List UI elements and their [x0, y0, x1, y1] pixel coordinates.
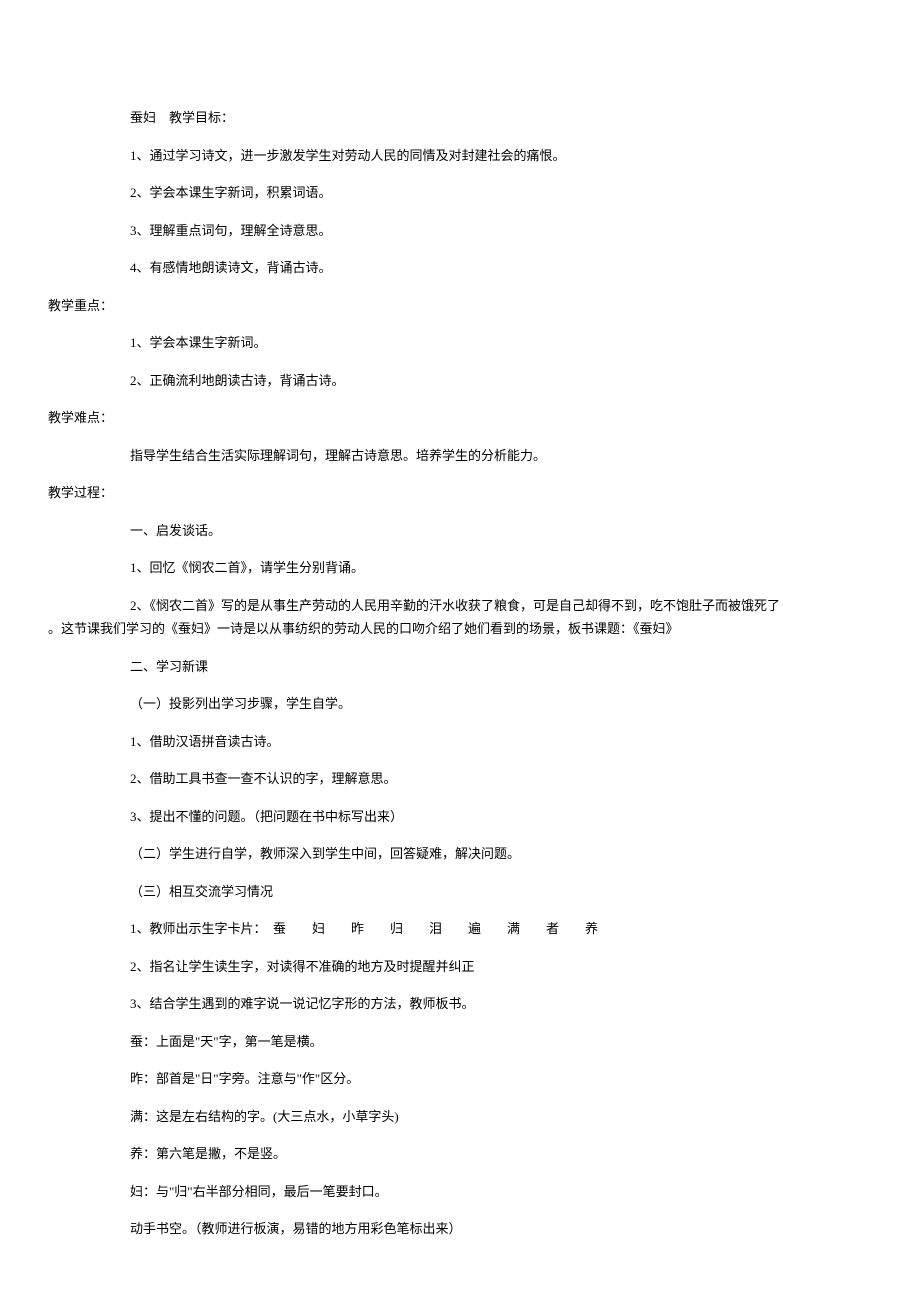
title-line: 蚕妇 教学目标： — [48, 108, 872, 128]
process-item: 1、借助汉语拼音读古诗。 — [48, 732, 872, 752]
key-point-item: 2、正确流利地朗读古诗，背诵古诗。 — [48, 371, 872, 391]
process-item: 3、结合学生遇到的难字说一说记忆字形的方法，教师板书。 — [48, 994, 872, 1014]
process-item: 2、借助工具书查一查不认识的字，理解意思。 — [48, 769, 872, 789]
process-item: 1、回忆《悯农二首》，请学生分别背诵。 — [48, 558, 872, 578]
objective-item: 1、通过学习诗文，进一步激发学生对劳动人民的同情及对封建社会的痛恨。 — [48, 146, 872, 166]
objective-item: 3、理解重点词句，理解全诗意思。 — [48, 221, 872, 241]
document-page: 蚕妇 教学目标： 1、通过学习诗文，进一步激发学生对劳动人民的同情及对封建社会的… — [0, 0, 920, 1305]
process-item: 3、提出不懂的问题。（把问题在书中标写出来） — [48, 807, 872, 827]
process-item: （一）投影列出学习步骤，学生自学。 — [48, 694, 872, 714]
process-item: （二）学生进行自学，教师深入到学生中间，回答疑难，解决问题。 — [48, 844, 872, 864]
character-note: 养：第六笔是撇，不是竖。 — [48, 1144, 872, 1164]
character-note: 昨：部首是"日"字旁。注意与"作"区分。 — [48, 1069, 872, 1089]
process-item: 一、启发谈话。 — [48, 521, 872, 541]
process-item: 二、学习新课 — [48, 657, 872, 677]
process-item: （三）相互交流学习情况 — [48, 882, 872, 902]
section-heading: 教学过程： — [48, 483, 872, 503]
character-note: 妇：与"归"右半部分相同，最后一笔要封口。 — [48, 1182, 872, 1202]
process-item: 2、指名让学生读生字，对读得不准确的地方及时提醒并纠正 — [48, 957, 872, 977]
key-point-item: 1、学会本课生字新词。 — [48, 333, 872, 353]
character-note: 满：这是左右结构的字。(大三点水，小草字头) — [48, 1107, 872, 1127]
process-item: 1、教师出示生字卡片： 蚕 妇 昨 归 泪 遍 满 者 养 — [48, 919, 872, 939]
objective-item: 4、有感情地朗读诗文，背诵古诗。 — [48, 258, 872, 278]
difficulty-item: 指导学生结合生活实际理解词句，理解古诗意思。培养学生的分析能力。 — [48, 446, 872, 466]
process-item-continuation: 。这节课我们学习的《蚕妇》一诗是以从事纺织的劳动人民的口吻介绍了她们看到的场景，… — [48, 619, 872, 639]
section-heading: 教学难点： — [48, 408, 872, 428]
character-note: 蚕：上面是"天"字，第一笔是横。 — [48, 1032, 872, 1052]
section-heading: 教学重点： — [48, 296, 872, 316]
process-item: 动手书空。（教师进行板演，易错的地方用彩色笔标出来） — [48, 1219, 872, 1239]
process-item: 2、《悯农二首》写的是从事生产劳动的人民用辛勤的汗水收获了粮食，可是自己却得不到… — [48, 596, 872, 616]
objective-item: 2、学会本课生字新词，积累词语。 — [48, 183, 872, 203]
